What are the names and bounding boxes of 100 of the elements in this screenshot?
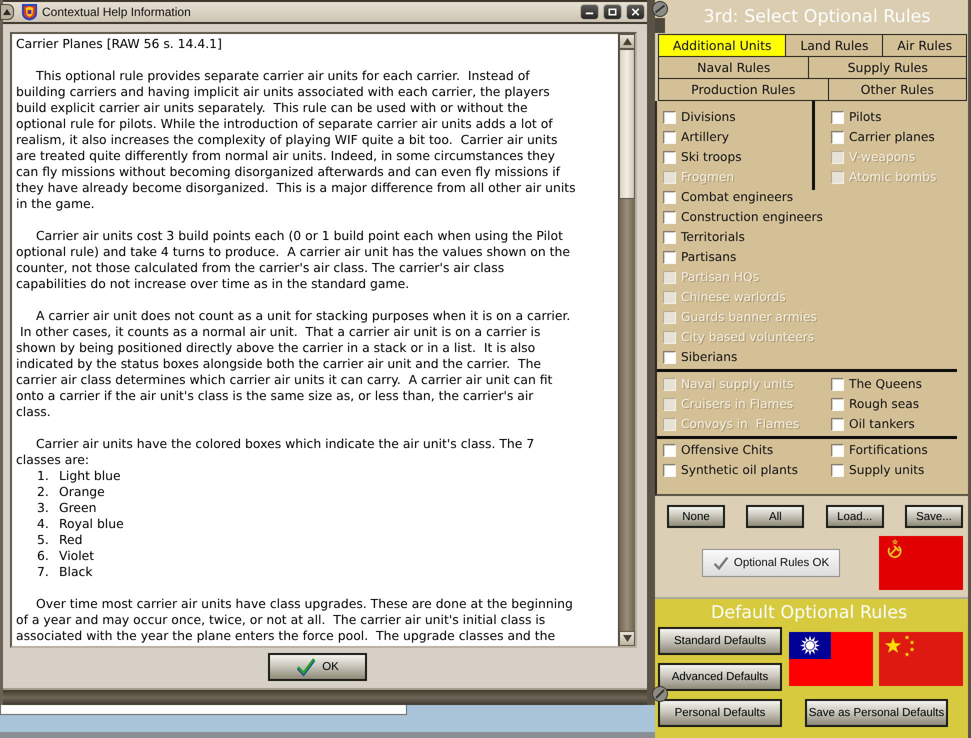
button[interactable]: Load... [826,505,884,528]
checkbox[interactable] [831,418,844,430]
tab[interactable]: Production Rules [659,79,829,101]
shield-icon [21,3,38,21]
button[interactable]: None [667,505,725,528]
checkbox[interactable] [831,464,844,476]
checkbox[interactable] [663,130,676,144]
option-label: Synthetic oil plants [681,463,798,477]
window-title: Contextual Help Information [42,5,191,19]
option-label: Territorials [681,230,745,244]
hammer-sickle-flag-icon [879,536,963,590]
up-arrow-icon [622,38,632,45]
help-paragraph: This optional rule provides separate carrier air units for each carrier. Instead of building carriers and having implicit air units associated with each carrier, the players build explicit carrier air units separately. This rule can be used with or without the optional rule for pilots. While the introduction of separate carrier air units adds a lot of realism, it also increases the complexity of playing WIF quite a bit too. Carrier air units are treated quite differently from normal air units. Indeed, in some circumstances they can fly missions without becoming disorganized afterwards and can even fly missions if they have already become disorganized. This is a major difference from all other air units in the game. [16,68,577,212]
list-item-text: Royal blue [59,516,124,532]
checkbox[interactable] [663,150,676,164]
option-label: City based volunteers [681,330,814,344]
tab[interactable]: Air Rules [883,35,967,57]
checkbox[interactable] [663,444,676,456]
option-label: Cruisers in Flames [681,397,794,411]
down-arrow-icon [622,635,632,642]
list-item-text: Violet [59,548,94,564]
option-label: Combat engineers [681,190,794,204]
tab[interactable]: Other Rules [828,79,968,101]
option-label: Divisions [681,110,736,124]
list-number: 3. [37,500,50,516]
option-label: Partisans [681,250,736,264]
list-number: 1. [37,468,50,484]
help-heading: Carrier Planes [RAW 56 s. 14.4.1] [16,36,223,52]
list-number: 2. [37,484,50,500]
close-icon [630,7,641,17]
option-label: Oil tankers [849,417,915,431]
option-label: Offensive Chits [681,443,774,457]
checkbox[interactable] [663,350,676,364]
panel-title: 3rd: Select Optional Rules [702,6,932,29]
list-item-text: Green [59,500,97,516]
panel-title: Default Optional Rules [710,602,908,625]
option-label: Guards banner armies [681,310,817,324]
option-label: Construction engineers [681,210,823,224]
checkbox[interactable] [831,130,844,144]
option-label: Pilots [849,110,882,124]
tab[interactable]: Supply Rules [809,57,968,79]
option-label: Convoys in Flames [681,417,800,431]
minimize-button[interactable] [580,4,599,20]
button[interactable]: Personal Defaults [658,699,782,727]
checkbox[interactable] [831,378,844,390]
maximize-icon [607,7,618,17]
up-triangle-icon [3,9,11,15]
list-number: 7. [37,564,50,580]
scroll-up-button[interactable] [619,34,635,49]
option-label: The Queens [849,377,922,391]
option-label: Fortifications [849,443,928,457]
checkbox[interactable] [663,464,676,476]
checkbox[interactable] [831,398,844,410]
button[interactable]: Save... [904,505,963,528]
maximize-button[interactable] [603,4,622,20]
button[interactable]: Standard Defaults [658,627,782,655]
button[interactable]: All [746,505,804,528]
option-label: Partisan HQs [681,270,759,284]
checkbox[interactable] [663,190,676,204]
scrollbar-thumb[interactable] [619,49,635,199]
option-label: Siberians [681,350,738,364]
list-number: 5. [37,532,50,548]
sun-canton-flag-icon [789,632,873,686]
scrollbar[interactable] [618,34,635,646]
help-paragraph: Carrier air units have the colored boxes which indicate the air unit's class. The 7 classes are: [16,436,536,468]
option-label: Rough seas [849,397,920,411]
list-item-text: Red [59,532,83,548]
list-number: 6. [37,548,50,564]
scroll-down-button[interactable] [619,631,635,646]
screw-icon [652,683,668,705]
option-label: Chinese warlords [681,290,786,304]
option-label: Artillery [681,130,730,144]
close-button[interactable] [626,4,645,20]
optional-rules-ok-button[interactable]: Optional Rules OK [702,549,840,577]
checkbox[interactable] [831,110,844,124]
checkbox[interactable] [663,230,676,244]
check-icon [296,658,316,676]
checkbox[interactable] [663,250,676,264]
tab[interactable]: Land Rules [786,35,884,57]
option-label: V-weapons [849,150,916,164]
list-item-text: Orange [59,484,105,500]
tab[interactable]: Additional Units [659,35,786,57]
collapse-button[interactable] [0,4,14,20]
help-paragraph: Carrier air units cost 3 build points each (0 or 1 build point each when using the Pilot optional rule) and take 4 turns to produce. A carrier air unit has the values shown on the counter, not those calculated from the carrier's air class. The carrier's air class capabilities do not increase over time as in the standard game. [16,228,571,292]
tab[interactable]: Naval Rules [659,57,810,79]
five-star-flag-icon [879,632,963,686]
checkbox[interactable] [663,210,676,224]
help-paragraph: A carrier air unit does not count as a unit for stacking purposes when it is on a carrier. In other cases, it counts as a normal air unit. That a carrier air unit is on a carrier is shown by being positioned directly above the carrier in a stack or in a list. It is also indicated by the status boxes alongside both the carrier air unit and the carrier. The carrier air class determines which carrier air units it can carry. A carrier air unit can fit onto a carrier if the air unit's class is the same size as, or less than, the carrier's air class. [16,308,572,420]
checkbox[interactable] [663,110,676,124]
help-paragraph: Over time most carrier air units have class upgrades. These are done at the beginning of a year and may occur once, twice, or not at all. The carrier air unit's initial class is associated with the year the plane enters the force pool. The upgrade classes and the [16,596,574,644]
checkbox[interactable] [831,444,844,456]
list-item-text: Light blue [59,468,121,484]
list-item-text: Black [59,564,93,580]
list-number: 4. [37,516,50,532]
option-label: Naval supply units [681,377,794,391]
option-label: Supply units [849,463,924,477]
button[interactable]: Save as Personal Defaults [805,699,948,727]
ok-button[interactable]: OK [268,653,367,681]
button[interactable]: Advanced Defaults [658,663,782,691]
option-label: Carrier planes [849,130,935,144]
